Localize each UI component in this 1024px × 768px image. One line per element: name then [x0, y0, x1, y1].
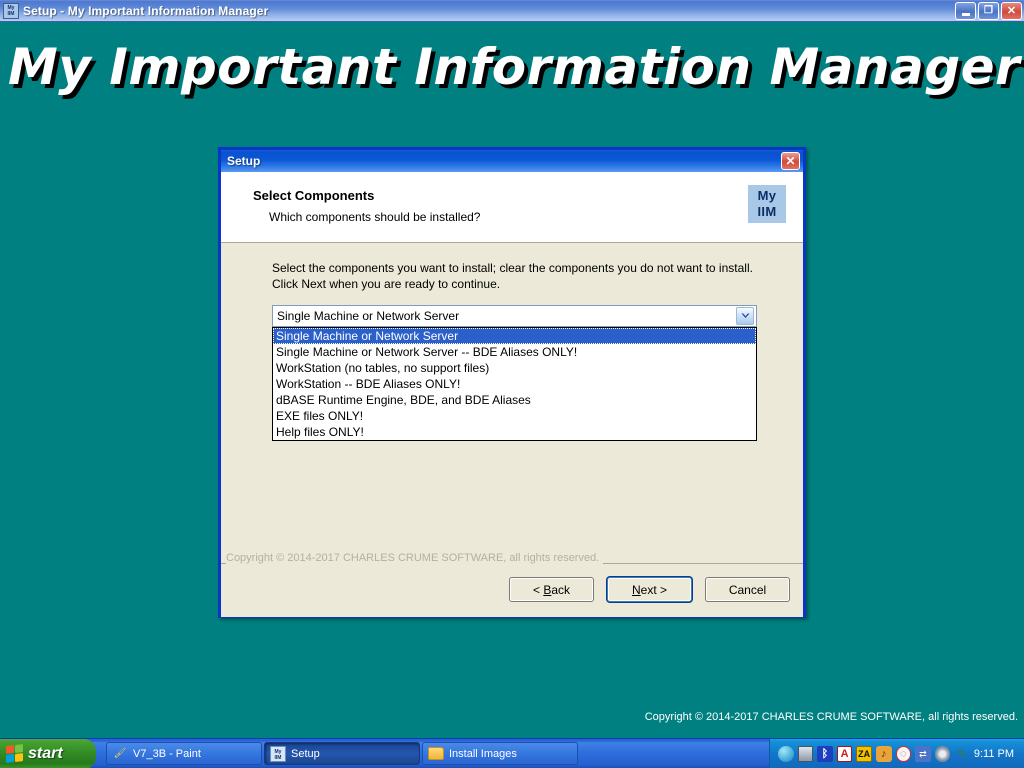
taskbar-item[interactable]: My IIM Setup — [264, 742, 420, 765]
dialog-button-row: < Back Next > Cancel — [509, 577, 790, 602]
list-item[interactable]: Help files ONLY! — [273, 424, 756, 440]
page-subtitle: Which components should be installed? — [269, 210, 481, 224]
back-button[interactable]: < Back — [509, 577, 594, 602]
network-globe-icon[interactable] — [778, 746, 794, 762]
dialog-title: Setup — [227, 154, 261, 168]
main-window-titlebar: My IIM Setup - My Important Information … — [0, 0, 1024, 22]
minimize-button[interactable] — [955, 2, 976, 20]
list-item[interactable]: Single Machine or Network Server -- BDE … — [273, 344, 756, 360]
chevron-down-icon[interactable] — [736, 307, 754, 325]
pen-icon[interactable]: ✎ — [954, 746, 970, 762]
clock[interactable]: 9:11 PM — [974, 748, 1014, 760]
taskbar-item[interactable]: Install Images — [422, 742, 578, 765]
my-iim-logo-line2: IIM — [757, 204, 777, 219]
network-connection-icon[interactable]: ⇄ — [915, 746, 931, 762]
footer-copyright: Copyright © 2014-2017 CHARLES CRUME SOFT… — [226, 552, 604, 564]
close-icon: ✕ — [785, 154, 796, 168]
minimize-icon — [961, 12, 970, 16]
close-button[interactable]: ✕ — [1001, 2, 1022, 20]
system-tray: ᛒ A ZA ♪ ◌ ⇄ ✎ 9:11 PM — [769, 739, 1024, 768]
taskbar-items: 🖌 V7_3B - Paint My IIM Setup Install Images — [106, 742, 578, 765]
start-button[interactable]: start — [0, 738, 96, 768]
my-iim-logo-line1: My — [757, 188, 777, 203]
my-iim-logo-icon: My IIM — [748, 185, 786, 223]
desktop-copyright: Copyright © 2014-2017 CHARLES CRUME SOFT… — [644, 711, 1018, 723]
window-controls: ❐ ✕ — [955, 2, 1022, 20]
shield-icon[interactable]: ◌ — [895, 746, 912, 762]
dialog-header: Select Components Which components shoul… — [221, 172, 803, 243]
page-title: Select Components — [253, 188, 375, 203]
main-window-title: Setup - My Important Information Manager — [23, 3, 269, 18]
setup-dialog: Setup ✕ Select Components Which componen… — [218, 147, 806, 618]
my-iim-icon-line2: IIM — [7, 10, 15, 17]
speaker-icon[interactable]: ♪ — [875, 746, 892, 762]
maximize-icon: ❐ — [984, 5, 993, 16]
antivirus-a-icon[interactable]: A — [836, 746, 853, 762]
component-combobox[interactable]: Single Machine or Network Server — [272, 305, 757, 327]
taskbar-item-label: V7_3B - Paint — [133, 747, 201, 760]
app-banner-title: My Important Information Manager — [8, 38, 1021, 96]
folder-icon — [428, 747, 444, 760]
instructions-text: Select the components you want to instal… — [272, 261, 753, 291]
dialog-body: Select the components you want to instal… — [221, 243, 803, 549]
component-dropdown-list[interactable]: Single Machine or Network Server Single M… — [272, 327, 757, 441]
my-iim-icon-line2: IIM — [274, 754, 282, 761]
cancel-button-label: Cancel — [728, 582, 767, 597]
paint-icon: 🖌 — [113, 748, 127, 759]
windows-flag-icon — [6, 744, 23, 763]
start-button-label: start — [28, 744, 63, 762]
back-button-label: < Back — [532, 582, 571, 597]
list-item[interactable]: WorkStation -- BDE Aliases ONLY! — [273, 376, 756, 392]
maximize-button[interactable]: ❐ — [978, 2, 999, 20]
my-iim-icon: My IIM — [3, 2, 19, 19]
taskbar: start 🖌 V7_3B - Paint My IIM Setup Install Im… — [0, 738, 1024, 768]
my-iim-icon: My IIM — [270, 745, 286, 762]
bluetooth-icon[interactable]: ᛒ — [817, 746, 833, 762]
display-icon[interactable] — [797, 746, 814, 762]
dialog-footer: Copyright © 2014-2017 CHARLES CRUME SOFT… — [221, 549, 803, 617]
component-combobox-value: Single Machine or Network Server — [277, 309, 460, 323]
taskbar-item-label: Setup — [291, 747, 320, 760]
cancel-button[interactable]: Cancel — [705, 577, 790, 602]
next-button-label: Next > — [631, 582, 668, 597]
taskbar-item-label: Install Images — [449, 747, 517, 760]
desktop: My IIM Setup - My Important Information … — [0, 0, 1024, 768]
dialog-titlebar: Setup ✕ — [221, 150, 803, 172]
disc-icon[interactable] — [934, 746, 951, 762]
list-item[interactable]: EXE files ONLY! — [273, 408, 756, 424]
list-item[interactable]: Single Machine or Network Server — [273, 328, 756, 344]
za-firewall-icon[interactable]: ZA — [856, 746, 872, 762]
list-item[interactable]: dBASE Runtime Engine, BDE, and BDE Alias… — [273, 392, 756, 408]
close-icon: ✕ — [1006, 4, 1017, 17]
next-button[interactable]: Next > — [607, 577, 692, 602]
list-item[interactable]: WorkStation (no tables, no support files… — [273, 360, 756, 376]
taskbar-item[interactable]: 🖌 V7_3B - Paint — [106, 742, 262, 765]
dialog-close-button[interactable]: ✕ — [781, 152, 800, 170]
